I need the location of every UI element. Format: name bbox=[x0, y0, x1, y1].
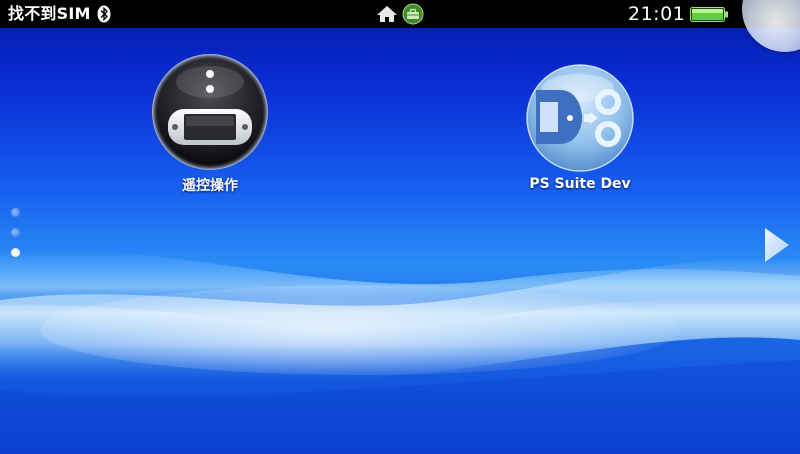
app-label: 遥控操作 bbox=[182, 178, 238, 194]
ps-suite-dev-icon bbox=[526, 64, 634, 172]
status-bar: 找不到SIM 21:01 bbox=[0, 0, 800, 28]
next-page-arrow-icon[interactable] bbox=[762, 226, 792, 264]
battery-icon bbox=[690, 7, 728, 22]
page-dot[interactable] bbox=[11, 228, 20, 237]
clock: 21:01 bbox=[628, 3, 686, 25]
bluetooth-icon bbox=[97, 5, 111, 23]
page-indicator bbox=[11, 208, 23, 268]
toolbox-icon[interactable] bbox=[402, 3, 424, 25]
home-icon[interactable] bbox=[376, 5, 398, 23]
page-dot[interactable] bbox=[11, 208, 20, 217]
app-ps-suite-dev[interactable]: PS Suite Dev bbox=[520, 64, 640, 192]
background-wave bbox=[0, 248, 800, 454]
app-remote-play[interactable]: 遥控操作 bbox=[150, 54, 270, 195]
carrier-status: 找不到SIM bbox=[8, 4, 91, 23]
home-screen: 找不到SIM 21:01 遥控操作 PS Suite Dev bbox=[0, 0, 800, 454]
app-label: PS Suite Dev bbox=[529, 176, 631, 192]
page-dot-active[interactable] bbox=[11, 248, 20, 257]
remote-play-icon bbox=[152, 54, 268, 170]
